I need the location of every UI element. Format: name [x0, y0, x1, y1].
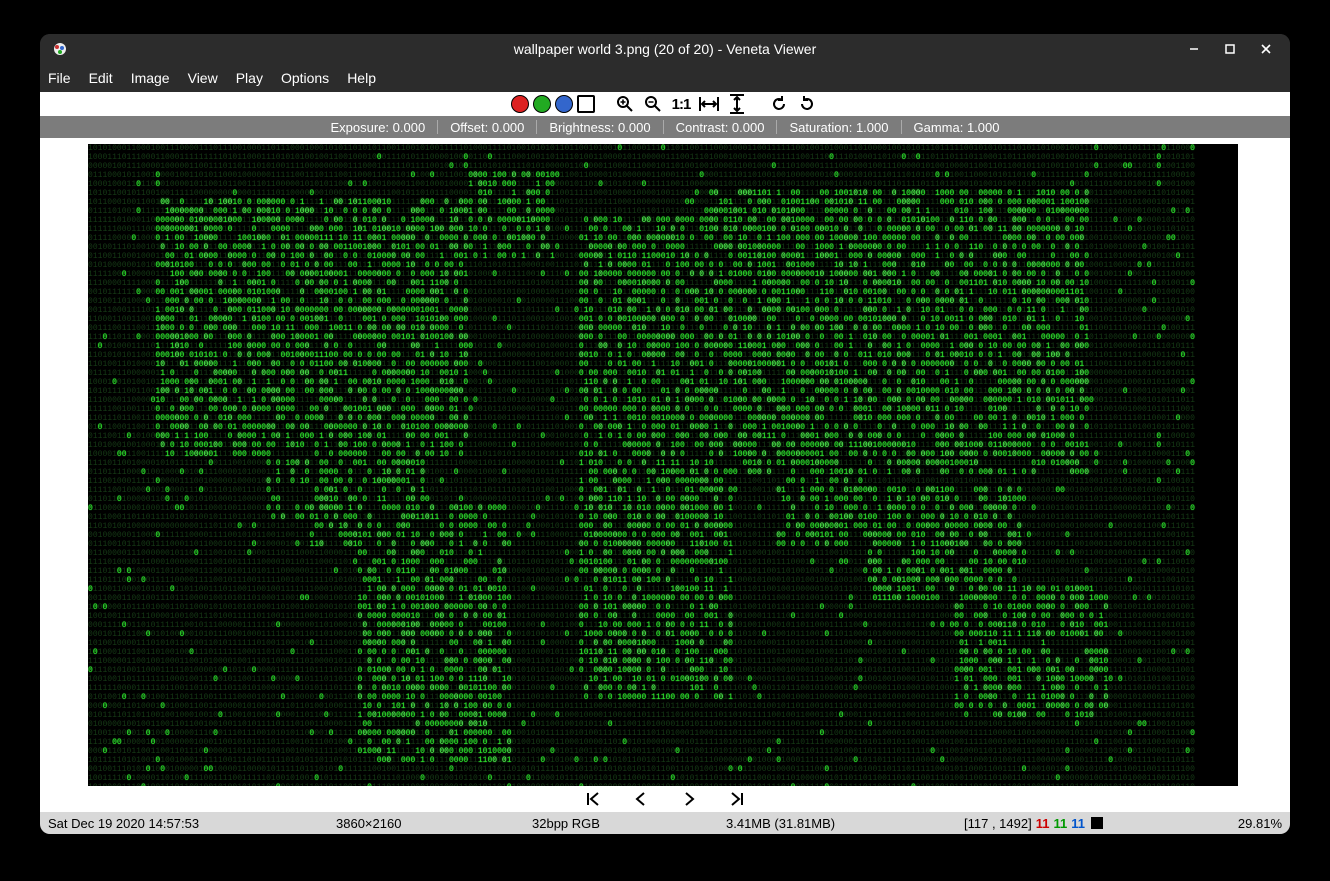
status-pixel-b: 11: [1071, 816, 1085, 831]
maximize-button[interactable]: [1212, 35, 1248, 63]
window-controls: [1176, 34, 1284, 64]
navigation-bar: [40, 786, 1290, 812]
exposure-readout[interactable]: Exposure: 0.000: [319, 120, 438, 135]
status-cursor-xy: [117 , 1492]: [964, 816, 1032, 831]
menu-bar: File Edit Image View Play Options Help: [40, 64, 1290, 92]
menu-play[interactable]: Play: [236, 70, 263, 86]
status-datetime: Sat Dec 19 2020 14:57:53: [48, 816, 199, 831]
rotate-ccw-button[interactable]: [767, 93, 791, 115]
brightness-readout[interactable]: Brightness: 0.000: [537, 120, 662, 135]
image-canvas[interactable]: 1010100011000100111000011101110010001101…: [40, 138, 1290, 786]
close-button[interactable]: [1248, 35, 1284, 63]
menu-view[interactable]: View: [188, 70, 218, 86]
app-window: wallpaper world 3.png (20 of 20) - Venet…: [40, 34, 1290, 834]
status-pixel-r: 11: [1036, 816, 1050, 831]
title-bar: wallpaper world 3.png (20 of 20) - Venet…: [40, 34, 1290, 64]
channel-blue-button[interactable]: [555, 95, 573, 113]
displayed-image: 1010100011000100111000011101110010001101…: [88, 144, 1238, 786]
zoom-out-button[interactable]: [641, 93, 665, 115]
status-dimensions: 3860×2160: [336, 816, 401, 831]
status-bar: Sat Dec 19 2020 14:57:53 3860×2160 32bpp…: [40, 812, 1290, 834]
saturation-readout[interactable]: Saturation: 1.000: [777, 120, 900, 135]
menu-image[interactable]: Image: [131, 70, 170, 86]
menu-options[interactable]: Options: [281, 70, 329, 86]
gamma-readout[interactable]: Gamma: 1.000: [902, 120, 1012, 135]
status-zoom: 29.81%: [1238, 816, 1282, 831]
status-pixel-info: [117 , 1492] 11 11 11: [964, 816, 1103, 831]
status-pixel-g: 11: [1053, 816, 1067, 831]
status-filesize: 3.41MB (31.81MB): [726, 816, 835, 831]
channel-green-button[interactable]: [533, 95, 551, 113]
app-icon: [52, 41, 68, 57]
toolbar: 1:1: [40, 92, 1290, 116]
fit-width-button[interactable]: [697, 93, 721, 115]
window-title: wallpaper world 3.png (20 of 20) - Venet…: [514, 41, 816, 57]
channel-luma-button[interactable]: [577, 95, 595, 113]
pixel-swatch-icon: [1091, 817, 1103, 829]
contrast-readout[interactable]: Contrast: 0.000: [664, 120, 777, 135]
previous-image-button[interactable]: [631, 789, 651, 809]
minimize-button[interactable]: [1176, 35, 1212, 63]
rotate-cw-button[interactable]: [795, 93, 819, 115]
menu-help[interactable]: Help: [347, 70, 376, 86]
fit-height-button[interactable]: [725, 93, 749, 115]
menu-edit[interactable]: Edit: [89, 70, 113, 86]
adjustments-bar: Exposure: 0.000 Offset: 0.000 Brightness…: [40, 116, 1290, 138]
channel-red-button[interactable]: [511, 95, 529, 113]
zoom-in-button[interactable]: [613, 93, 637, 115]
last-image-button[interactable]: [727, 789, 747, 809]
next-image-button[interactable]: [679, 789, 699, 809]
first-image-button[interactable]: [583, 789, 603, 809]
offset-readout[interactable]: Offset: 0.000: [438, 120, 536, 135]
zoom-actual-button[interactable]: 1:1: [669, 93, 693, 115]
status-format: 32bpp RGB: [532, 816, 600, 831]
menu-file[interactable]: File: [48, 70, 71, 86]
